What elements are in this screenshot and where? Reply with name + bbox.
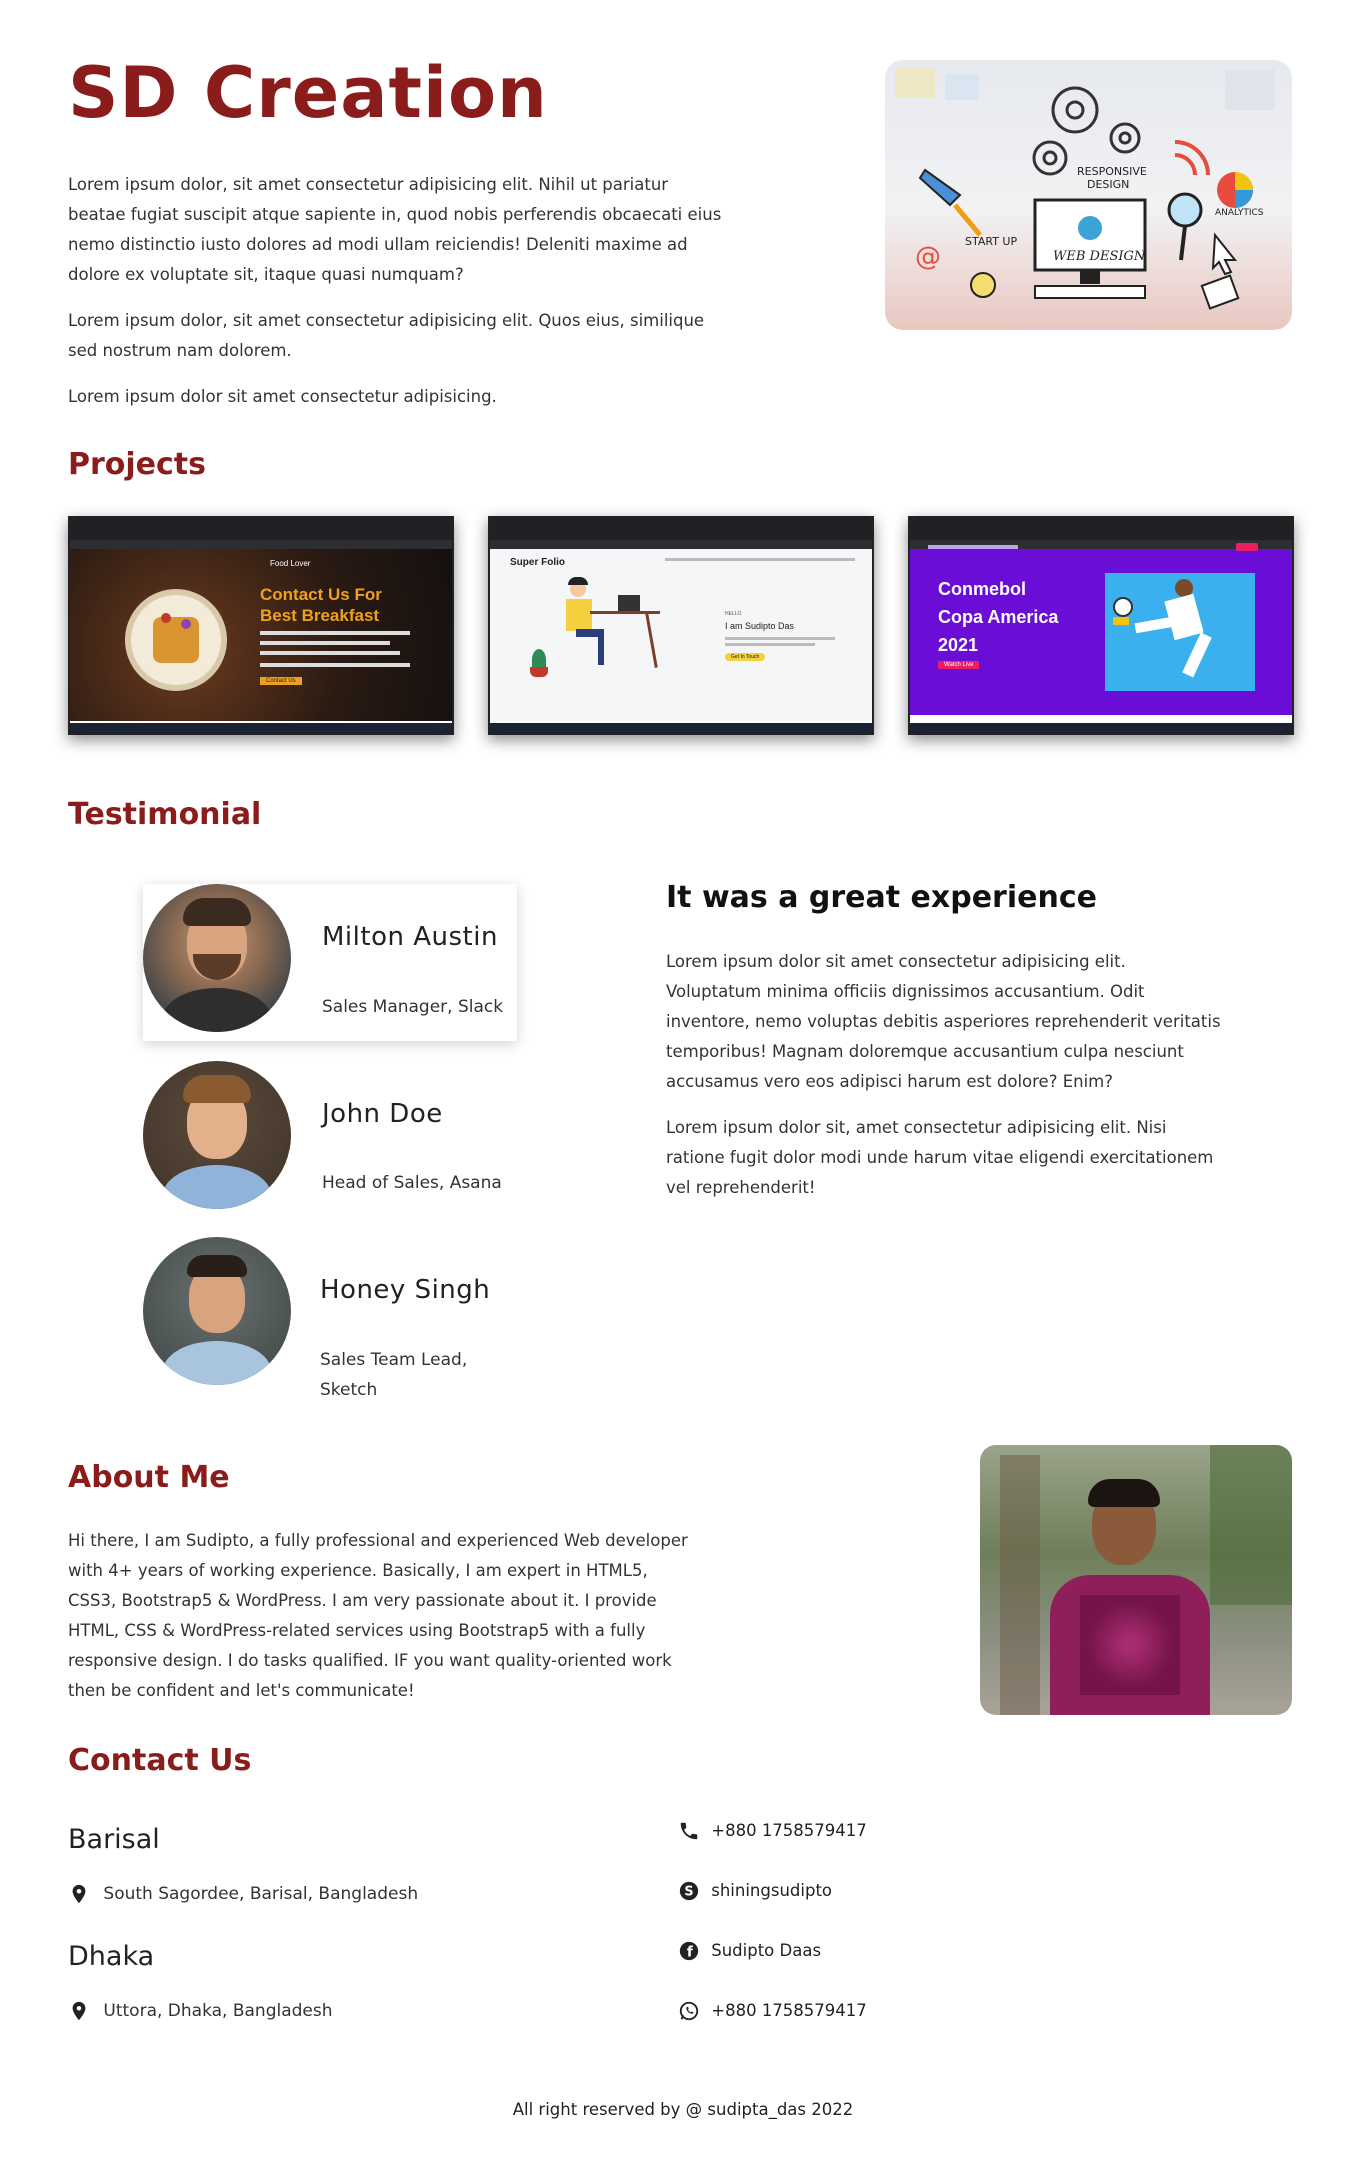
site-title: SD Creation — [68, 52, 548, 134]
project-brand: Super Folio — [510, 557, 565, 568]
contact-city: Barisal — [68, 1824, 160, 1855]
testimonial-quote-paragraph: Lorem ipsum dolor sit, amet consectetur … — [666, 1118, 1214, 1197]
project-card-portfolio[interactable]: Super Folio HELLO I am Sudipto Das Get I… — [488, 516, 874, 735]
section-title-projects: Projects — [68, 447, 207, 482]
hero-illustration: WEB DESIGN RESPONSIVE DESIGN ANALYTICS S… — [885, 60, 1292, 330]
testimonial-role: Sales Team Lead, Sketch — [320, 1350, 468, 1400]
testimonial-quote-title: It was a great experience — [666, 880, 1097, 915]
avatar — [143, 884, 291, 1032]
testimonial-role: Head of Sales, Asana — [322, 1173, 502, 1193]
section-title-testimonial: Testimonial — [68, 797, 262, 832]
avatar[interactable] — [143, 1237, 291, 1385]
phone-icon — [680, 1822, 698, 1840]
contact-skype[interactable]: S shiningsudipto — [678, 1880, 832, 1902]
contact-address: South Sagordee, Barisal, Bangladesh — [68, 1883, 418, 1905]
contact-city: Dhaka — [68, 1941, 155, 1972]
hero-paragraph: Lorem ipsum dolor, sit amet consectetur … — [68, 311, 705, 360]
project-hello: HELLO — [725, 611, 742, 617]
avatar[interactable] — [143, 1061, 291, 1209]
map-pin-icon — [72, 2001, 86, 2021]
section-title-contact: Contact Us — [68, 1743, 252, 1778]
gear-icon — [1032, 86, 1141, 176]
project-title: Best Breakfast — [260, 606, 380, 625]
hero-intro: Lorem ipsum dolor, sit amet consectetur … — [68, 170, 728, 412]
project-logo: Food Lover — [270, 559, 311, 568]
project-title: Contact Us For — [260, 585, 382, 604]
football-player-image — [1105, 573, 1255, 691]
svg-text:START UP: START UP — [965, 235, 1017, 248]
hero-paragraph: Lorem ipsum dolor sit amet consectetur a… — [68, 387, 497, 406]
project-cta-button[interactable]: Watch Live — [938, 661, 980, 669]
about-body: Hi there, I am Sudipto, a fully professi… — [68, 1526, 688, 1706]
section-title-about: About Me — [68, 1460, 230, 1495]
testimonial-quote-body: Lorem ipsum dolor sit amet consectetur a… — [666, 947, 1226, 1203]
testimonial-name: John Doe — [322, 1099, 443, 1129]
svg-text:f: f — [687, 1945, 694, 1961]
contact-phone[interactable]: +880 1758579417 — [678, 1820, 867, 1842]
project-cta-button[interactable]: Contact Us — [260, 677, 302, 685]
whatsapp-icon — [679, 2001, 699, 2021]
project-cta-button[interactable]: Get In Touch — [725, 653, 766, 661]
map-pin-icon — [72, 1884, 86, 1904]
project-title: 2021 — [938, 635, 979, 655]
project-title: Copa America — [938, 607, 1059, 627]
profile-photo — [980, 1445, 1292, 1715]
project-title: Conmebol — [938, 579, 1026, 599]
svg-text:@: @ — [915, 242, 941, 272]
svg-text:S: S — [684, 1885, 693, 1900]
svg-text:ANALYTICS: ANALYTICS — [1215, 208, 1264, 218]
testimonial-name: Honey Singh — [320, 1275, 491, 1305]
svg-text:DESIGN: DESIGN — [1087, 178, 1129, 191]
project-name: I am Sudipto Das — [725, 621, 795, 631]
testimonial-quote-paragraph: Lorem ipsum dolor sit amet consectetur a… — [666, 952, 1221, 1091]
contact-whatsapp[interactable]: +880 1758579417 — [678, 2000, 867, 2022]
testimonial-name: Milton Austin — [322, 922, 498, 952]
food-plate-image — [125, 589, 227, 691]
about-text: Hi there, I am Sudipto, a fully professi… — [68, 1531, 688, 1700]
skype-icon: S — [679, 1881, 699, 1901]
svg-text:WEB DESIGN: WEB DESIGN — [1053, 249, 1146, 264]
svg-text:RESPONSIVE: RESPONSIVE — [1077, 165, 1147, 178]
project-card-food[interactable]: Food Lover Contact Us For Best Breakfast… — [68, 516, 454, 735]
facebook-icon: f — [679, 1941, 699, 1961]
contact-facebook[interactable]: f Sudipto Daas — [678, 1940, 821, 1962]
project-card-football[interactable]: Conmebol Copa America 2021 Watch Live — [908, 516, 1294, 735]
footer-copyright: All right reserved by @ sudipta_das 2022 — [512, 2100, 854, 2119]
hero-paragraph: Lorem ipsum dolor, sit amet consectetur … — [68, 175, 722, 284]
testimonial-role: Sales Manager, Slack — [322, 997, 504, 1017]
contact-address: Uttora, Dhaka, Bangladesh — [68, 2000, 333, 2022]
